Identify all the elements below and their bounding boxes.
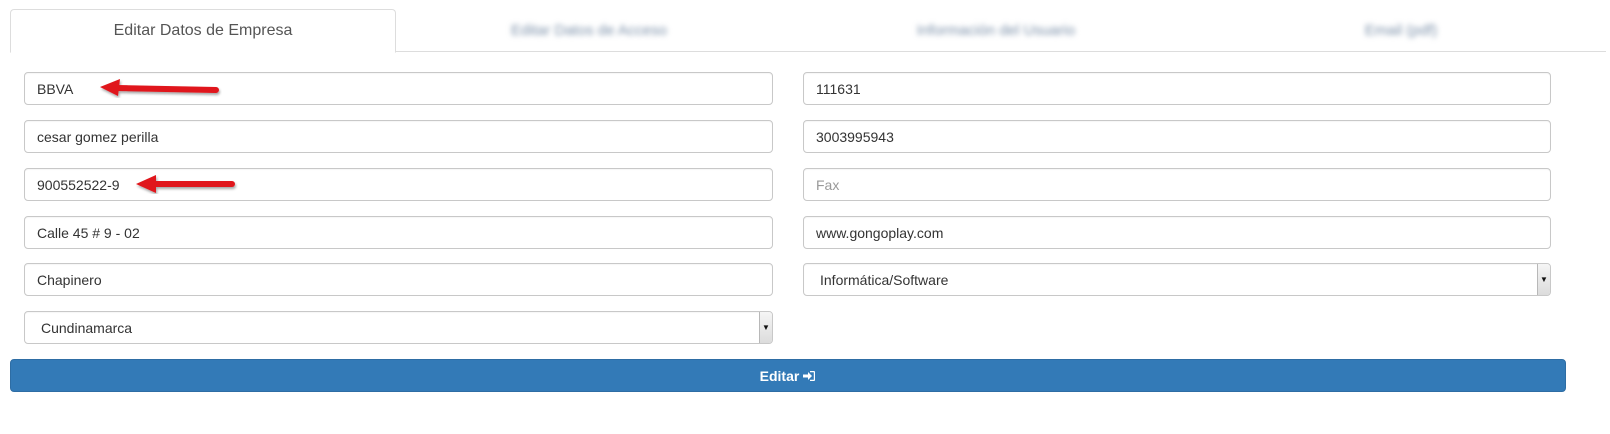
neighborhood-field[interactable] [24, 263, 773, 296]
contact-name-field[interactable] [24, 120, 773, 153]
address-field[interactable] [24, 216, 773, 249]
phone-field[interactable] [803, 120, 1551, 153]
website-input[interactable] [816, 224, 1538, 241]
phone-input[interactable] [816, 128, 1538, 145]
sign-in-icon [803, 370, 816, 382]
tab-edit-access-data[interactable]: Editar Datos de Acceso [396, 9, 782, 52]
edit-submit-label: Editar [759, 367, 800, 384]
tab-email-pdf[interactable]: Email (pdf) [1196, 9, 1606, 52]
tab-bar: Editar Datos de Empresa Editar Datos de … [10, 9, 1606, 53]
website-field[interactable] [803, 216, 1551, 249]
department-selected-value: Cundinamarca [41, 319, 133, 336]
sector-selected-value: Informática/Software [820, 271, 949, 288]
annotation-arrow-icon [134, 174, 238, 194]
fax-field[interactable] [803, 168, 1551, 201]
select-arrow-icon[interactable]: ▼ [1537, 264, 1550, 295]
edit-company-page: Editar Datos de Empresa Editar Datos de … [0, 0, 1610, 434]
neighborhood-input[interactable] [37, 271, 760, 288]
tab-edit-company-data[interactable]: Editar Datos de Empresa [10, 9, 396, 53]
sector-select[interactable]: Informática/Software ▼ [803, 263, 1551, 296]
annotation-arrow-icon [98, 78, 222, 98]
edit-submit-button[interactable]: Editar [10, 359, 1566, 392]
contact-name-input[interactable] [37, 128, 760, 145]
code-field[interactable] [803, 72, 1551, 105]
fax-input[interactable] [816, 176, 1538, 193]
address-input[interactable] [37, 224, 760, 241]
tab-user-information[interactable]: Información del Usuario [796, 9, 1196, 52]
select-arrow-icon[interactable]: ▼ [759, 312, 772, 343]
code-input[interactable] [816, 80, 1538, 97]
department-select[interactable]: Cundinamarca ▼ [24, 311, 773, 344]
